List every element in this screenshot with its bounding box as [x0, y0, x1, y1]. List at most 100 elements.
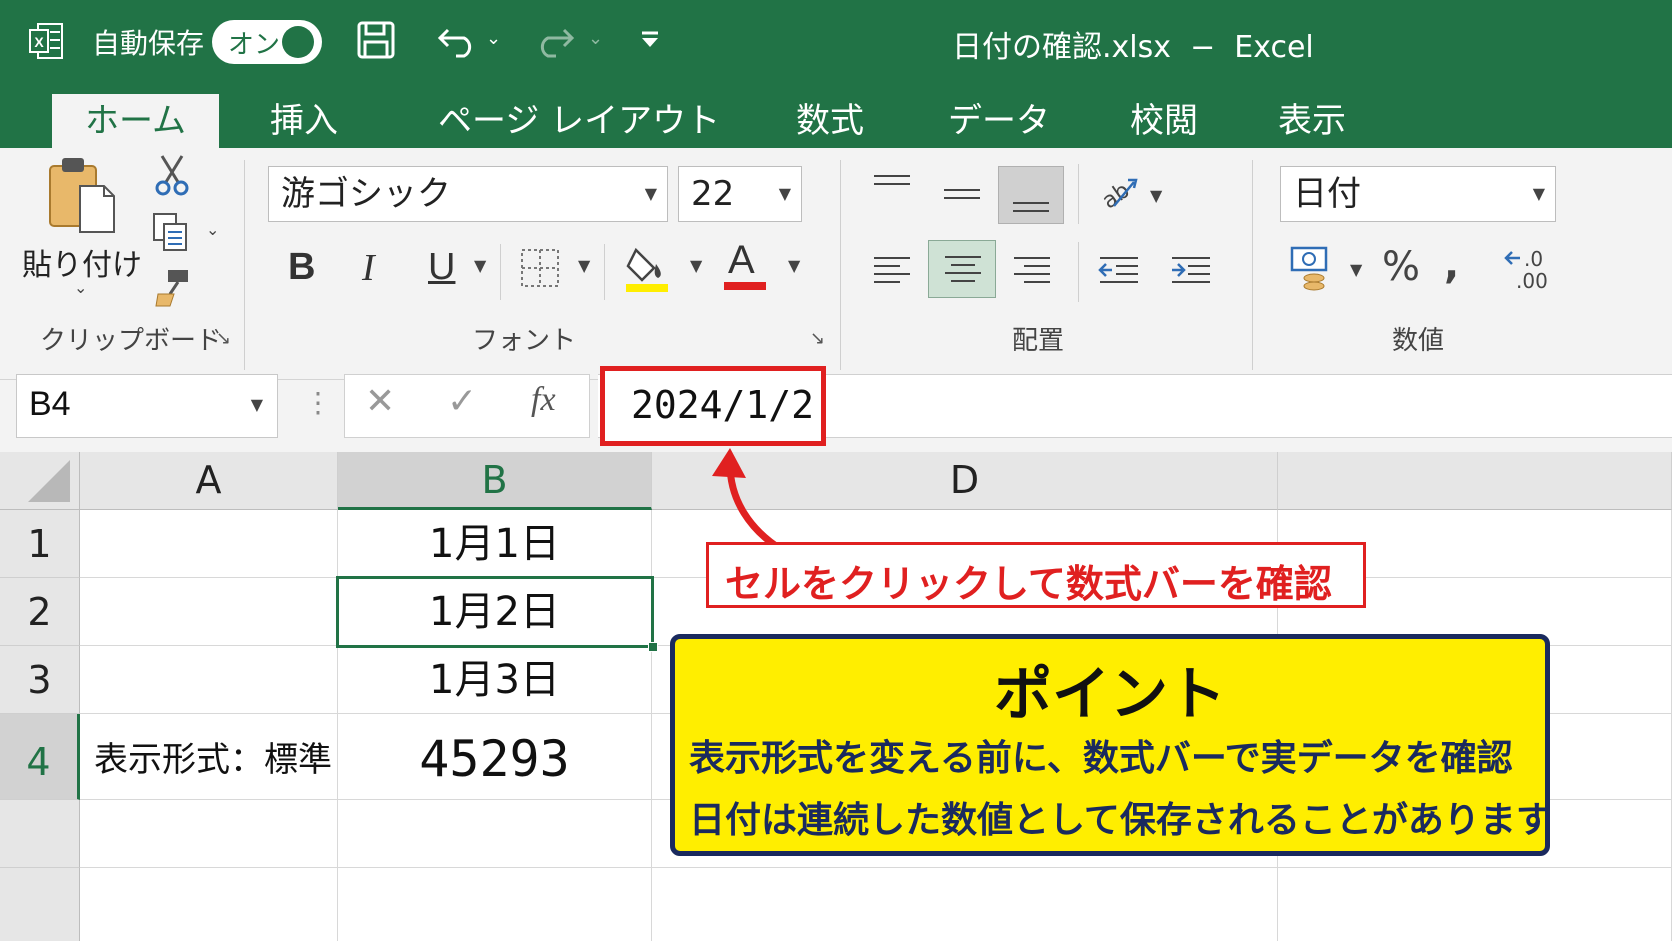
chevron-down-icon[interactable]: ▼ — [251, 395, 263, 414]
autosave-state: オン — [228, 30, 281, 60]
tab-home[interactable]: ホーム — [52, 94, 219, 148]
cell-e6[interactable] — [1278, 868, 1672, 941]
comma-style-button[interactable]: , — [1444, 242, 1459, 288]
name-box[interactable]: B4 ▼ — [16, 374, 278, 438]
font-group-label: フォント — [472, 326, 577, 356]
tab-insert[interactable]: 挿入 — [270, 94, 338, 148]
cell-d6[interactable] — [652, 868, 1278, 941]
cancel-entry-icon[interactable]: ✕ — [365, 381, 395, 422]
align-middle-icon[interactable] — [942, 180, 982, 210]
row-header-2[interactable]: 2 — [0, 578, 80, 646]
font-size-select[interactable]: 22 ▼ — [678, 166, 802, 222]
underline-dropdown-icon[interactable]: ▼ — [474, 256, 486, 275]
row-header-6[interactable] — [0, 868, 80, 941]
column-header-a[interactable]: A — [80, 452, 338, 510]
increase-indent-icon[interactable] — [1170, 252, 1212, 292]
row-header-3[interactable]: 3 — [0, 646, 80, 714]
clipboard-launcher-icon[interactable]: ↘ — [216, 328, 231, 349]
font-name-select[interactable]: 游ゴシック ▼ — [268, 166, 668, 222]
row-header-1[interactable]: 1 — [0, 510, 80, 578]
redo-dropdown-icon[interactable]: ⌄ — [588, 28, 603, 49]
orientation-dropdown-icon[interactable]: ▼ — [1150, 186, 1162, 205]
tab-review[interactable]: 校閲 — [1130, 94, 1198, 148]
align-center-icon — [945, 256, 981, 282]
cell-a5[interactable] — [80, 800, 338, 868]
paste-icon[interactable] — [46, 156, 118, 234]
point-line-1: 表示形式を変える前に、数式バーで実データを確認 — [689, 738, 1513, 779]
cell-b4[interactable]: 45293 — [338, 714, 652, 800]
save-icon[interactable] — [356, 20, 396, 60]
alignment-group-label: 配置 — [1012, 326, 1065, 356]
decrease-indent-icon[interactable] — [1098, 252, 1140, 292]
autosave-toggle[interactable]: オン — [212, 20, 322, 64]
accounting-format-icon[interactable] — [1290, 246, 1338, 292]
customize-toolbar-icon[interactable] — [638, 30, 662, 50]
title-bar: X 自動保存 オン ⌄ ⌄ 日付の確認.xlsx − Excel — [0, 0, 1672, 88]
copy-dropdown-icon[interactable]: ⌄ — [206, 220, 219, 239]
font-name-value: 游ゴシック — [281, 174, 451, 214]
fill-handle[interactable] — [648, 642, 658, 652]
tab-view[interactable]: 表示 — [1278, 94, 1346, 148]
select-all-corner[interactable] — [0, 452, 80, 510]
borders-dropdown-icon[interactable]: ▼ — [578, 256, 590, 275]
svg-text:.00: .00 — [1516, 269, 1548, 292]
copy-icon[interactable] — [152, 212, 192, 252]
formula-value[interactable]: 2024/1/2 — [631, 383, 814, 427]
increase-decimal-icon[interactable]: .0 .00 — [1502, 246, 1550, 292]
font-launcher-icon[interactable]: ↘ — [810, 328, 825, 349]
bold-button[interactable]: B — [288, 246, 315, 289]
number-format-select[interactable]: 日付 ▼ — [1280, 166, 1556, 222]
font-color-dropdown-icon[interactable]: ▼ — [788, 256, 800, 275]
separator — [1252, 160, 1253, 370]
tab-formulas[interactable]: 数式 — [796, 94, 864, 148]
align-right-icon[interactable] — [1012, 252, 1052, 292]
font-color-button[interactable]: A — [728, 238, 755, 283]
cell-b3[interactable]: 1月3日 — [338, 646, 652, 714]
borders-icon[interactable] — [520, 248, 560, 288]
confirm-entry-icon[interactable]: ✓ — [447, 381, 477, 422]
separator — [500, 244, 501, 300]
align-top-icon[interactable] — [872, 172, 912, 202]
underline-button[interactable]: U — [428, 246, 455, 289]
cut-icon[interactable] — [152, 154, 192, 196]
tab-page-layout[interactable]: ページ レイアウト — [438, 94, 720, 148]
clipboard-group-label: クリップボード — [40, 326, 223, 356]
align-center-button[interactable] — [928, 240, 996, 298]
tab-data[interactable]: データ — [948, 94, 1050, 148]
font-color-swatch — [724, 282, 766, 290]
cell-a2[interactable] — [80, 578, 338, 646]
autosave-label: 自動保存 — [92, 27, 205, 60]
insert-function-button[interactable]: fx — [531, 381, 556, 419]
orientation-icon[interactable]: ab — [1096, 172, 1140, 212]
redo-icon[interactable] — [532, 22, 576, 58]
cell-b6[interactable] — [338, 868, 652, 941]
align-left-icon[interactable] — [872, 252, 912, 292]
svg-text:.0: .0 — [1524, 247, 1543, 271]
italic-button[interactable]: I — [362, 246, 375, 290]
fill-color-dropdown-icon[interactable]: ▼ — [690, 256, 702, 275]
percent-style-button[interactable]: % — [1382, 244, 1420, 290]
formula-bar-grip-icon: ⋮ — [304, 386, 332, 419]
fill-color-icon[interactable] — [624, 242, 670, 292]
align-bottom-button[interactable] — [998, 166, 1064, 224]
format-painter-icon[interactable] — [152, 268, 192, 308]
paste-dropdown-icon[interactable]: ⌄ — [74, 278, 87, 297]
cell-a6[interactable] — [80, 868, 338, 941]
point-line-2: 日付は連続した数値として保存されることがあります — [689, 800, 1552, 841]
undo-dropdown-icon[interactable]: ⌄ — [486, 28, 501, 49]
svg-text:X: X — [34, 34, 44, 50]
column-header-b[interactable]: B — [338, 452, 652, 510]
accounting-dropdown-icon[interactable]: ▼ — [1350, 260, 1362, 279]
cell-a3[interactable] — [80, 646, 338, 714]
cell-b5[interactable] — [338, 800, 652, 868]
row-header-4[interactable]: 4 — [0, 714, 80, 800]
point-title: ポイント — [993, 660, 1226, 728]
cell-b1[interactable]: 1月1日 — [338, 510, 652, 578]
cell-a1[interactable] — [80, 510, 338, 578]
row-header-5[interactable] — [0, 800, 80, 868]
cell-a4[interactable]: 表示形式：標準 — [80, 714, 338, 800]
font-size-value: 22 — [691, 174, 735, 214]
separator — [1078, 164, 1079, 224]
column-header-e[interactable] — [1278, 452, 1672, 510]
undo-icon[interactable] — [436, 22, 480, 58]
